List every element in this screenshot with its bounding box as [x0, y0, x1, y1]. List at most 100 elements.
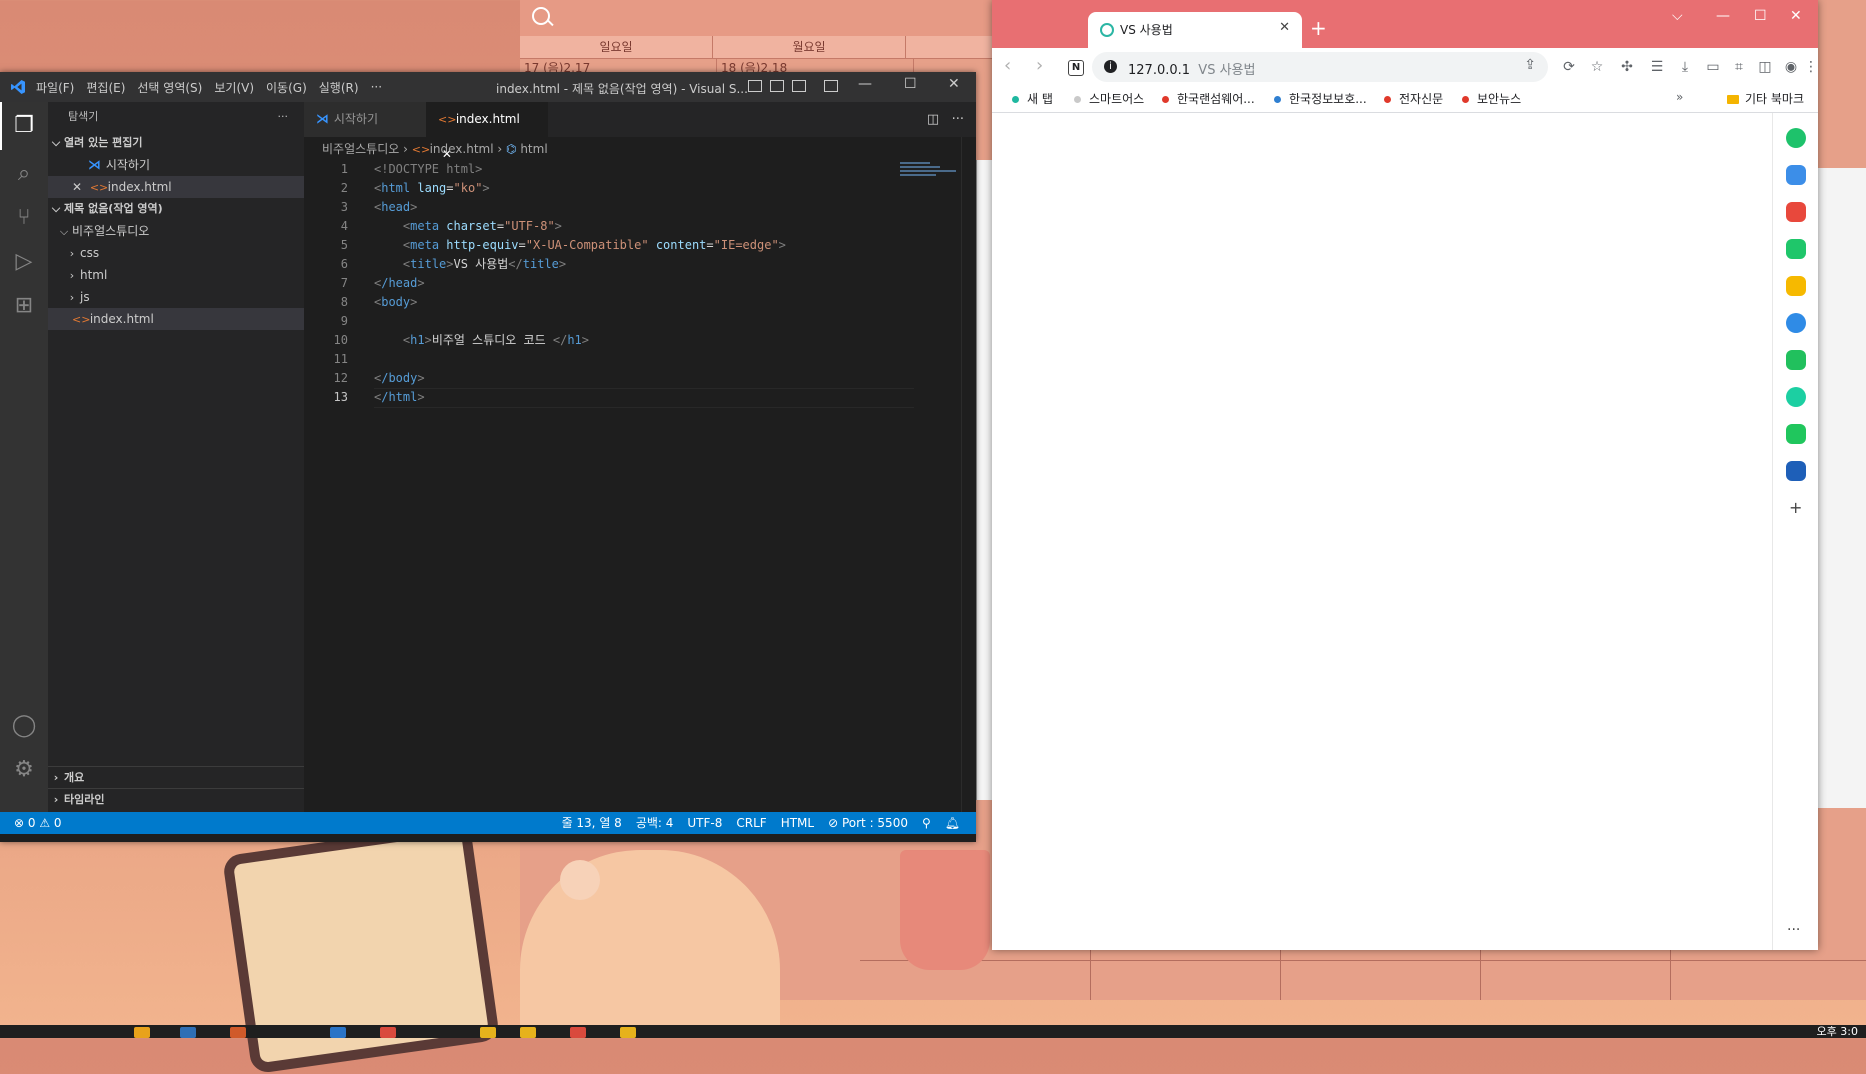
open-editor-item[interactable]: ⋊ 시작하기	[48, 154, 304, 176]
toggle-sidebar-icon[interactable]	[748, 80, 762, 92]
maximize-icon[interactable]: ☐	[904, 76, 917, 92]
code-editor[interactable]: 1 <!DOCTYPE html> 2 <html lang="ko"> 3 <hea…	[304, 160, 976, 408]
tab-search-chevron-icon[interactable]: ⌵	[1672, 8, 1683, 24]
back-icon[interactable]: ‹	[1004, 57, 1011, 75]
bookmark-item[interactable]: 한국정보보호...	[1274, 90, 1367, 107]
toggle-secondary-sidebar-icon[interactable]	[792, 80, 806, 92]
folder-item[interactable]: › html	[48, 264, 304, 286]
explorer-icon[interactable]: ❐	[10, 112, 38, 140]
browser-tab[interactable]: VS 사용법 ✕	[1088, 12, 1302, 48]
bookmark-item[interactable]: 전자신문	[1384, 90, 1443, 107]
taskbar-app-icon[interactable]	[570, 1027, 586, 1038]
close-tab-icon[interactable]: ✕	[1279, 20, 1290, 35]
bookmark-item[interactable]: 한국랜섬웨어...	[1162, 90, 1255, 107]
close-icon[interactable]: ✕	[948, 76, 960, 92]
minimize-icon[interactable]: —	[1716, 8, 1730, 24]
new-tab-button[interactable]: +	[1310, 16, 1327, 40]
taskbar-app-icon[interactable]	[330, 1027, 346, 1038]
cursor-position[interactable]: 줄 13, 열 8	[562, 812, 622, 834]
minimap[interactable]	[900, 160, 968, 190]
taskbar-app-icon[interactable]	[480, 1027, 496, 1038]
close-icon[interactable]: ✕	[72, 176, 86, 198]
menu-kebab-icon[interactable]: ⋮	[1804, 60, 1818, 74]
extensions-puzzle-icon[interactable]: ✣	[1620, 60, 1634, 74]
accounts-icon[interactable]: ◯	[10, 712, 38, 740]
taskbar-app-icon[interactable]	[134, 1027, 150, 1038]
bookmark-star-icon[interactable]: ☆	[1590, 60, 1604, 74]
breadcrumb-file[interactable]: index.html	[430, 142, 494, 156]
customize-layout-icon[interactable]	[824, 80, 838, 92]
menu-view[interactable]: 보기(V)	[214, 79, 254, 96]
other-bookmarks-folder[interactable]: 기타 북마크	[1726, 90, 1804, 107]
search-icon[interactable]: ⌕	[10, 160, 38, 188]
notifications-bell-icon[interactable]: 🔔︎	[945, 812, 960, 834]
taskbar-app-icon[interactable]	[380, 1027, 396, 1038]
folder-item[interactable]: › js	[48, 286, 304, 308]
menu-file[interactable]: 파일(F)	[36, 79, 74, 96]
more-actions-icon[interactable]: ···	[952, 112, 964, 127]
problems-indicator[interactable]: ⊗ 0 ⚠ 0	[14, 812, 62, 834]
share-icon[interactable]: ⇪	[1524, 57, 1536, 73]
video-capture-icon[interactable]: ▭	[1706, 60, 1720, 74]
bookmark-item[interactable]: 보안뉴스	[1462, 90, 1521, 107]
calendar-search-bar[interactable]	[520, 0, 1000, 37]
run-debug-icon[interactable]: ▷	[10, 248, 38, 276]
breadcrumb-symbol[interactable]: html	[520, 142, 547, 156]
tab-getting-started[interactable]: ⋊ 시작하기	[304, 102, 426, 137]
taskbar-app-icon[interactable]	[230, 1027, 246, 1038]
side-panel-icon[interactable]: ◫	[1758, 60, 1772, 74]
language-mode[interactable]: HTML	[781, 812, 814, 834]
screenshot-icon[interactable]: ⌗	[1732, 60, 1746, 74]
end-of-line[interactable]: CRLF	[736, 812, 766, 834]
encoding[interactable]: UTF-8	[687, 812, 722, 834]
forward-icon[interactable]: ›	[1036, 57, 1043, 75]
bookmark-item[interactable]: 새 탭	[1012, 90, 1053, 107]
page-content[interactable]	[992, 113, 1772, 950]
folder-item[interactable]: ⌵ 비주얼스튜디오	[48, 220, 304, 242]
more-actions-icon[interactable]: ···	[278, 102, 289, 132]
feedback-icon[interactable]: ⚲	[922, 812, 931, 834]
extension-icon[interactable]	[1786, 165, 1806, 185]
indentation[interactable]: 공백: 4	[636, 812, 674, 834]
close-icon[interactable]: ✕	[1790, 8, 1802, 24]
breadcrumb-folder[interactable]: 비주얼스튜디오	[322, 142, 399, 156]
minimize-icon[interactable]: —	[858, 76, 872, 92]
taskbar-app-icon[interactable]	[620, 1027, 636, 1038]
extension-icon[interactable]	[1786, 202, 1806, 222]
extension-icon[interactable]	[1786, 387, 1806, 407]
tab-index-html[interactable]: <> index.html ✕	[426, 102, 548, 161]
folder-item[interactable]: › css	[48, 242, 304, 264]
address-bar[interactable]: i 127.0.0.1 VS 사용법 ⇪	[1092, 52, 1548, 82]
outline-section[interactable]: › 개요	[48, 766, 304, 789]
extension-icon[interactable]	[1786, 461, 1806, 481]
reading-list-icon[interactable]: ☰	[1650, 60, 1664, 74]
menu-selection[interactable]: 선택 영역(S)	[137, 79, 202, 96]
live-server-port[interactable]: ⊘ Port : 5500	[828, 812, 908, 834]
file-item[interactable]: <> index.html	[48, 308, 304, 330]
extensions-icon[interactable]: ⊞	[10, 292, 38, 320]
translate-icon[interactable]: ⟳	[1562, 60, 1576, 74]
menu-more[interactable]: ···	[371, 80, 382, 94]
settings-gear-icon[interactable]: ⚙	[10, 756, 38, 784]
bookmarks-overflow-icon[interactable]: »	[1676, 90, 1683, 104]
timeline-section[interactable]: › 타임라인	[48, 788, 304, 811]
taskbar-app-icon[interactable]	[520, 1027, 536, 1038]
notion-extension-icon[interactable]: N	[1068, 60, 1084, 76]
profile-avatar-icon[interactable]: ◉	[1784, 60, 1798, 74]
open-editor-item[interactable]: ✕ <> index.html	[48, 176, 304, 198]
extension-icon[interactable]	[1786, 276, 1806, 296]
add-icon[interactable]: +	[1789, 498, 1802, 517]
split-editor-icon[interactable]: ◫	[927, 112, 939, 127]
extension-icon[interactable]	[1786, 424, 1806, 444]
vertical-scrollbar[interactable]	[961, 137, 976, 812]
extension-icon[interactable]	[1786, 239, 1806, 259]
workspace-section[interactable]: ⌵ 제목 없음(작업 영역)	[48, 198, 304, 220]
extension-icon[interactable]	[1786, 350, 1806, 370]
menu-run[interactable]: 실행(R)	[319, 79, 359, 96]
toggle-panel-icon[interactable]	[770, 80, 784, 92]
more-icon[interactable]: ···	[1787, 922, 1800, 938]
taskbar-app-icon[interactable]	[180, 1027, 196, 1038]
menu-go[interactable]: 이동(G)	[266, 79, 307, 96]
open-editors-section[interactable]: ⌵ 열려 있는 편집기	[48, 132, 304, 154]
extension-icon[interactable]	[1786, 313, 1806, 333]
